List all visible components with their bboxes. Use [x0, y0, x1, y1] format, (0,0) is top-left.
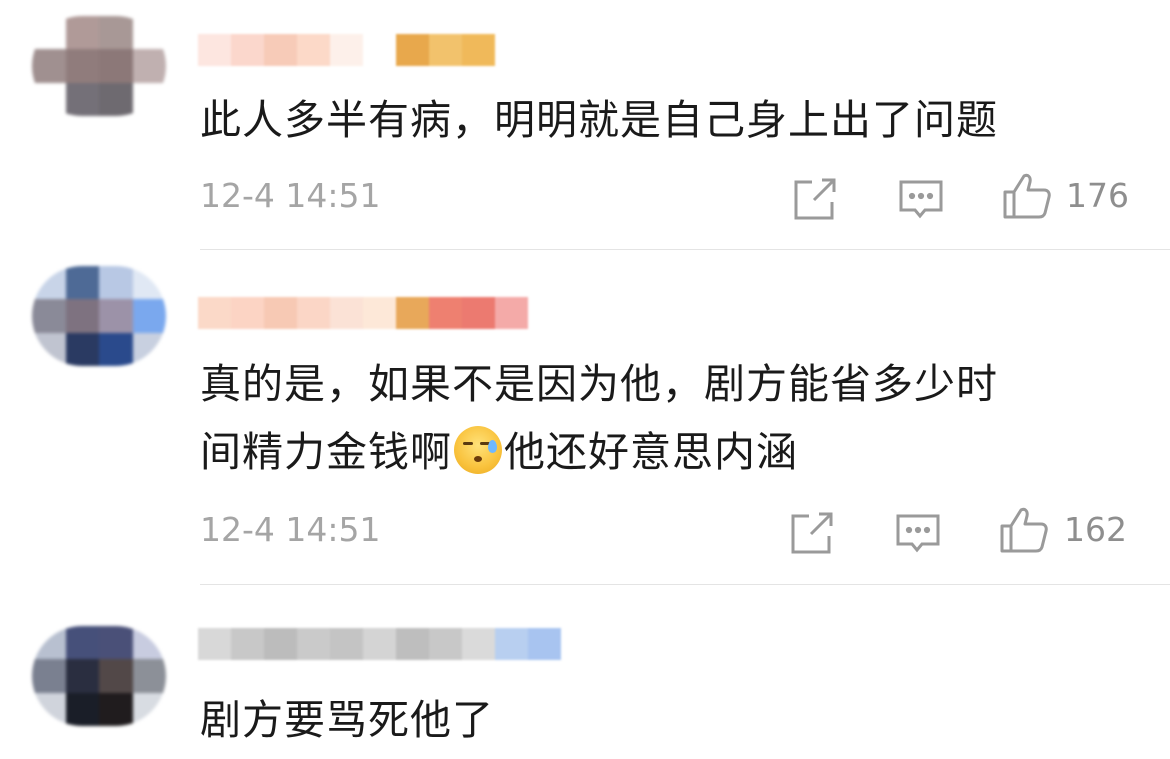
- comment-text-fragment: 他还好意思内涵: [504, 428, 798, 476]
- sleepy-sweat-emoji-icon: [454, 426, 502, 474]
- username-pixel: [297, 628, 330, 660]
- username-pixel: [198, 34, 231, 66]
- username-pixel: [495, 628, 528, 660]
- avatar-pixel: [99, 49, 133, 83]
- username-pixel: [297, 297, 330, 329]
- username-pixel: [198, 628, 231, 660]
- avatar-pixel: [65, 332, 99, 366]
- username-pixel: [363, 297, 396, 329]
- comment-timestamp: 12-4 14:51: [200, 510, 381, 549]
- avatar-pixel: [99, 16, 133, 50]
- divider: [200, 584, 1170, 585]
- comment-text: 真的是，如果不是因为他，剧方能省多少时 间精力金钱啊 他还好意思内涵: [200, 350, 1130, 486]
- avatar-pixel: [32, 49, 66, 83]
- avatar-pixel: [65, 82, 99, 116]
- username-pixel: [231, 34, 264, 66]
- like-count: 162: [1064, 510, 1127, 549]
- username-pixel: [462, 628, 495, 660]
- avatar-pixel: [99, 299, 133, 333]
- comment-text-line: 间精力金钱啊 他还好意思内涵: [200, 418, 1130, 486]
- username-pixel: [231, 628, 264, 660]
- username-pixel: [429, 297, 462, 329]
- share-icon[interactable]: [789, 510, 835, 556]
- username-pixel: [396, 34, 429, 66]
- avatar-pixel: [132, 82, 166, 116]
- username-pixel: [330, 34, 363, 66]
- avatar[interactable]: [32, 266, 166, 366]
- avatar-pixel: [65, 626, 99, 660]
- avatar-pixel: [32, 659, 66, 693]
- username-pixel: [363, 628, 396, 660]
- comment-text-line: 真的是，如果不是因为他，剧方能省多少时: [200, 360, 998, 408]
- avatar-pixel: [32, 626, 66, 660]
- avatar-pixel: [32, 16, 66, 50]
- avatar-pixel: [32, 82, 66, 116]
- comment-timestamp: 12-4 14:51: [200, 176, 381, 215]
- share-icon[interactable]: [792, 176, 838, 222]
- avatar-pixel: [32, 332, 66, 366]
- username-pixel: [429, 628, 462, 660]
- avatar-pixel: [99, 332, 133, 366]
- username-pixel: [198, 297, 231, 329]
- comment-icon[interactable]: [898, 178, 944, 224]
- avatar-pixel: [65, 266, 99, 300]
- username-blurred[interactable]: [198, 297, 528, 329]
- avatar-pixel: [65, 659, 99, 693]
- username-pixel: [528, 628, 561, 660]
- username-pixel: [429, 34, 462, 66]
- avatar-pixel: [65, 49, 99, 83]
- avatar-pixel: [132, 16, 166, 50]
- thumbs-up-icon[interactable]: [1002, 172, 1052, 220]
- avatar-pixel: [132, 692, 166, 726]
- avatar-pixel: [32, 266, 66, 300]
- avatar-pixel: [65, 16, 99, 50]
- username-pixel: [363, 34, 396, 66]
- username-pixel: [231, 297, 264, 329]
- avatar-pixel: [99, 626, 133, 660]
- username-blurred[interactable]: [198, 628, 561, 660]
- avatar-pixel: [99, 692, 133, 726]
- avatar-pixel: [65, 692, 99, 726]
- avatar-pixel: [132, 49, 166, 83]
- avatar-pixel: [132, 626, 166, 660]
- avatar-pixel: [132, 659, 166, 693]
- avatar-pixel: [32, 692, 66, 726]
- avatar-pixel: [99, 82, 133, 116]
- avatar-pixel: [32, 299, 66, 333]
- avatar[interactable]: [32, 16, 166, 116]
- comment-icon[interactable]: [895, 512, 941, 558]
- username-pixel: [264, 297, 297, 329]
- avatar[interactable]: [32, 626, 166, 726]
- divider: [200, 249, 1170, 250]
- username-pixel: [330, 628, 363, 660]
- username-pixel: [462, 34, 495, 66]
- avatar-pixel: [132, 299, 166, 333]
- avatar-pixel: [99, 659, 133, 693]
- avatar-pixel: [132, 266, 166, 300]
- username-pixel: [495, 297, 528, 329]
- username-pixel: [330, 297, 363, 329]
- comment-text: 此人多半有病，明明就是自己身上出了问题: [200, 96, 998, 144]
- username-pixel: [462, 297, 495, 329]
- comment-text: 剧方要骂死他了: [200, 696, 494, 744]
- avatar-pixel: [65, 299, 99, 333]
- username-pixel: [264, 34, 297, 66]
- like-count: 176: [1066, 176, 1129, 215]
- avatar-pixel: [99, 266, 133, 300]
- username-pixel: [297, 34, 330, 66]
- username-pixel: [264, 628, 297, 660]
- username-pixel: [396, 297, 429, 329]
- username-pixel: [396, 628, 429, 660]
- thumbs-up-icon[interactable]: [999, 506, 1049, 554]
- username-blurred[interactable]: [198, 34, 495, 66]
- avatar-pixel: [132, 332, 166, 366]
- comment-text-fragment: 间精力金钱啊: [200, 428, 452, 476]
